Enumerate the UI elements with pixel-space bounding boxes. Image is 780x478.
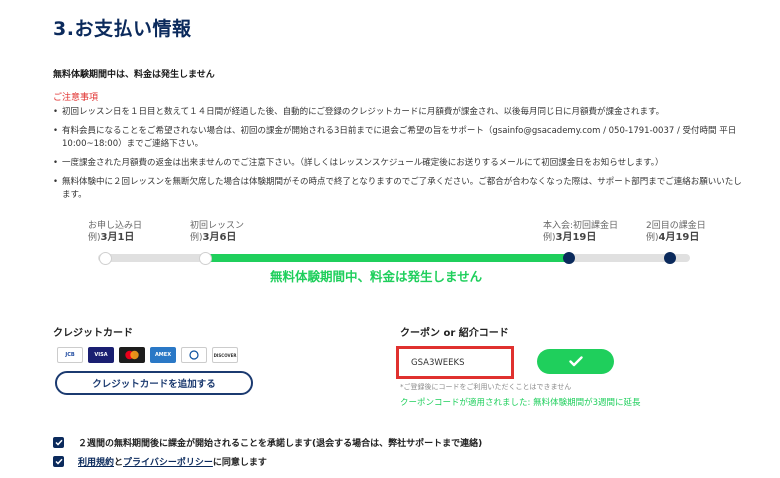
diners-club-icon [181,347,207,363]
agree-terms-checkbox[interactable] [53,456,64,467]
add-credit-card-button[interactable]: クレジットカードを追加する [55,371,253,395]
timeline-dot-first-billing [563,252,575,264]
jcb-icon: JCB [57,347,83,363]
agree-terms-row: 利用規約とプライバシーポリシーに同意します [53,455,267,468]
timeline-dot-first-lesson [199,252,212,265]
caution-note: 無料体験中に２回レッスンを無断欠席した場合は体験期間がその時点で終了となりますの… [53,176,743,202]
apply-coupon-button[interactable] [537,349,614,374]
coupon-success-message: クーポンコードが適用されました: 無料体験期間が3週間に延長 [400,398,641,408]
approve-billing-checkbox[interactable] [53,437,64,448]
page-title: 3.お支払い情報 [53,18,192,40]
timeline-label-application: お申し込み日 例)3月1日 [88,221,143,243]
coupon-code-input[interactable] [396,346,514,379]
timeline-trial-segment [205,254,569,262]
privacy-policy-link[interactable]: プライバシーポリシー [123,458,213,468]
approve-billing-label: ２週間の無料期間後に課金が開始されることを承諾します(退会する場合は、弊社サポー… [78,439,483,449]
credit-card-heading: クレジットカード [53,328,133,339]
caution-note: 一度課金された月額費の返金は出来ませんのでご注意下さい。（詳しくはレッスンスケジ… [53,157,743,170]
coupon-heading: クーポン or 紹介コード [400,328,509,339]
visa-icon: VISA [88,347,114,363]
timeline-label-first-billing: 本入会:初回課金日 例)3月19日 [543,221,619,243]
checkmark-icon [568,356,583,367]
check-icon [54,439,63,446]
terms-link[interactable]: 利用規約 [78,458,114,468]
agree-terms-label: 利用規約とプライバシーポリシーに同意します [78,458,267,468]
coupon-note: *ご登録後にコードをご利用いただくことはできません [400,383,572,391]
trial-note: 無料体験期間中は、料金は発生しません [53,70,215,80]
caution-note: 有料会員になることをご希望されない場合は、初回の課金が開始される3日前までに退会… [53,125,743,151]
approve-billing-row: ２週間の無料期間後に課金が開始されることを承諾します(退会する場合は、弊社サポー… [53,436,482,449]
caution-heading: ご注意事項 [53,93,99,103]
caution-notes-list: 初回レッスン日を１日目と数えて１４日間が経過した後、自動的にご登録のクレジットカ… [53,106,743,208]
timeline-caption: 無料体験期間中、料金は発生しません [270,269,483,284]
timeline-label-second-billing: 2回目の課金日 例)4月19日 [646,221,706,243]
timeline-dot-second-billing [664,252,676,264]
amex-icon: AMEX [150,347,176,363]
mastercard-icon [119,347,145,363]
check-icon [54,458,63,465]
caution-note: 初回レッスン日を１日目と数えて１４日間が経過した後、自動的にご登録のクレジットカ… [53,106,743,119]
timeline-dot-application [99,252,112,265]
timeline-label-first-lesson: 初回レッスン 例)3月6日 [190,221,245,243]
discover-icon: DISCOVER [212,347,238,363]
